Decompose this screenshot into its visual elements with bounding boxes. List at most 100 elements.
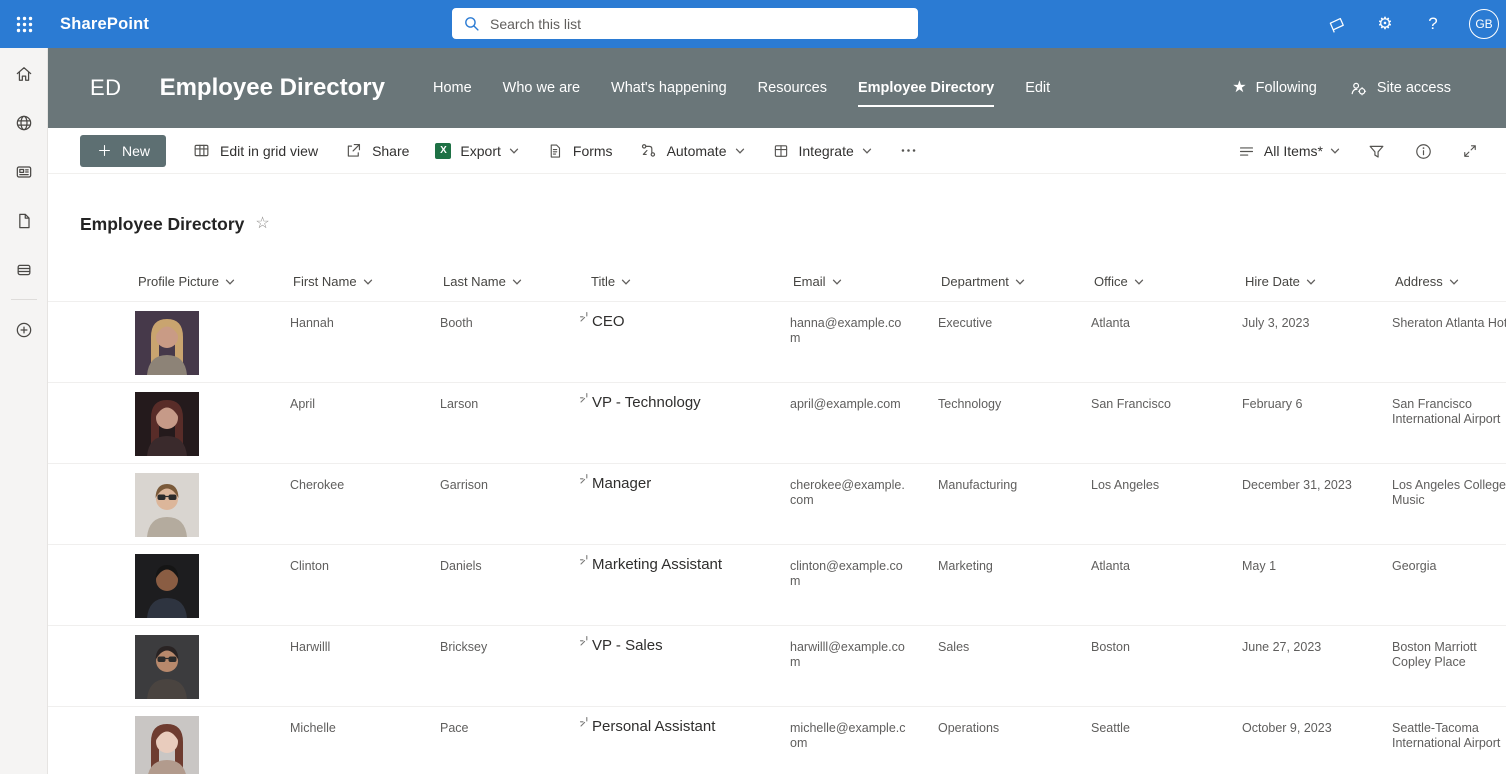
column-label-profile-picture: Profile Picture xyxy=(138,274,219,289)
row-selector-cell[interactable] xyxy=(80,626,135,640)
table-row-clinton-daniels[interactable]: Clinton Daniels Marketing Assistant clin… xyxy=(48,544,1506,625)
table-row-michelle-pace[interactable]: Michelle Pace Personal Assistant michell… xyxy=(48,706,1506,774)
toolbar-button-export[interactable]: XExport xyxy=(435,143,519,159)
info-button[interactable] xyxy=(1411,139,1435,163)
cell-department: Operations xyxy=(938,707,1091,736)
cell-last-name: Booth xyxy=(440,302,588,331)
row-selector-cell[interactable] xyxy=(80,707,135,721)
cell-first-name: Harwilll xyxy=(290,626,440,655)
chevron-down-icon xyxy=(1305,276,1317,288)
sidebar-item-document[interactable] xyxy=(0,196,48,245)
account-avatar[interactable]: GB xyxy=(1469,9,1499,39)
site-logo[interactable]: ED xyxy=(90,75,122,101)
table-row-april-larson[interactable]: April Larson VP - Technology april@examp… xyxy=(48,382,1506,463)
column-header-office[interactable]: Office xyxy=(1091,274,1242,289)
gear-icon[interactable]: ⚙ xyxy=(1373,12,1397,36)
column-header-hire-date[interactable]: Hire Date xyxy=(1242,274,1392,289)
sidebar-item-news[interactable] xyxy=(0,147,48,196)
expand-button[interactable] xyxy=(1458,139,1482,163)
cell-office: Seattle xyxy=(1091,707,1242,736)
search-box xyxy=(452,8,918,39)
megaphone-icon[interactable] xyxy=(1325,12,1349,36)
cell-last-name: Garrison xyxy=(440,464,588,493)
column-header-address[interactable]: Address xyxy=(1392,274,1506,289)
app-sidebar xyxy=(0,48,48,774)
command-bar-right: All Items* xyxy=(1237,128,1482,174)
nav-item-edit[interactable]: Edit xyxy=(1025,80,1050,96)
nav-item-home[interactable]: Home xyxy=(433,80,472,96)
profile-photo[interactable] xyxy=(135,464,290,537)
toolbar-button-edit-in-grid-view[interactable]: Edit in grid view xyxy=(192,141,318,160)
site-access-button[interactable]: Site access xyxy=(1349,79,1451,98)
toolbar-label-share: Share xyxy=(372,143,409,159)
column-header-profile-picture[interactable]: Profile Picture xyxy=(135,274,290,289)
table-row-hannah-booth[interactable]: Hannah Booth CEO hanna@example.com Execu… xyxy=(48,301,1506,382)
sidebar-item-globe[interactable] xyxy=(0,98,48,147)
nav-item-resources[interactable]: Resources xyxy=(758,80,827,96)
view-selector-label: All Items* xyxy=(1264,143,1323,159)
column-header-department[interactable]: Department xyxy=(938,274,1091,289)
share-icon xyxy=(344,141,363,160)
nav-item-what-s-happening[interactable]: What's happening xyxy=(611,80,727,96)
profile-photo[interactable] xyxy=(135,545,290,618)
site-nav: Home Who we are What's happening Resources E… xyxy=(433,80,1050,96)
search-input[interactable] xyxy=(490,16,907,32)
toolbar-button-share[interactable]: Share xyxy=(344,141,409,160)
toolbar-label-integrate: Integrate xyxy=(799,143,854,159)
sharepoint-brand[interactable]: SharePoint xyxy=(60,15,149,34)
nav-item-employee-directory[interactable]: Employee Directory xyxy=(858,80,994,96)
row-selector-cell[interactable] xyxy=(80,302,135,316)
table-body: Hannah Booth CEO hanna@example.com Execu… xyxy=(48,301,1506,774)
sidebar-item-plus-circle[interactable] xyxy=(0,305,48,354)
cell-first-name: Hannah xyxy=(290,302,440,331)
column-label-office: Office xyxy=(1094,274,1128,289)
table-row-harwilll-bricksey[interactable]: Harwilll Bricksey VP - Sales harwilll@ex… xyxy=(48,625,1506,706)
home-icon xyxy=(14,64,34,84)
news-icon xyxy=(14,162,34,182)
site-title[interactable]: Employee Directory xyxy=(160,74,385,102)
profile-photo[interactable] xyxy=(135,626,290,699)
following-button[interactable]: ★Following xyxy=(1232,80,1317,96)
cell-hire-date: February 6 xyxy=(1242,383,1392,412)
chevron-down-icon xyxy=(734,145,746,157)
row-selector-cell[interactable] xyxy=(80,464,135,478)
chevron-down-icon xyxy=(1133,276,1145,288)
column-header-first-name[interactable]: First Name xyxy=(290,274,440,289)
cell-title: Personal Assistant xyxy=(588,707,790,734)
globe-icon xyxy=(14,113,34,133)
toolbar-button-automate[interactable]: Automate xyxy=(639,141,746,160)
column-header-last-name[interactable]: Last Name xyxy=(440,274,588,289)
column-header-title[interactable]: Title xyxy=(588,274,790,289)
nav-item-who-we-are[interactable]: Who we are xyxy=(503,80,580,96)
sidebar-item-lists[interactable] xyxy=(0,245,48,294)
waffle-menu-icon[interactable] xyxy=(0,0,48,48)
profile-photo[interactable] xyxy=(135,383,290,456)
row-selector-cell[interactable] xyxy=(80,383,135,397)
cell-department: Manufacturing xyxy=(938,464,1091,493)
chevron-down-icon xyxy=(1329,145,1341,157)
profile-photo[interactable] xyxy=(135,707,290,774)
excel-icon: X xyxy=(435,143,451,159)
cell-title: Manager xyxy=(588,464,790,491)
toolbar-button-forms[interactable]: Forms xyxy=(546,142,613,160)
toolbar-button-more[interactable] xyxy=(899,141,918,160)
cell-email: cherokee@example.com xyxy=(790,464,908,508)
plus-circle-icon xyxy=(14,320,34,340)
filter-button[interactable] xyxy=(1364,139,1388,163)
toolbar-button-new[interactable]: New xyxy=(80,135,166,167)
sidebar-item-home[interactable] xyxy=(0,49,48,98)
cell-hire-date: October 9, 2023 xyxy=(1242,707,1392,736)
row-selector-cell[interactable] xyxy=(80,545,135,559)
toolbar-button-integrate[interactable]: Integrate xyxy=(772,142,873,160)
cell-title: Marketing Assistant xyxy=(588,545,790,572)
table-header-row: Profile Picture First Name Last Name Tit… xyxy=(48,266,1506,301)
topbar-icons: ⚙ ? GB xyxy=(1325,0,1499,48)
column-header-email[interactable]: Email xyxy=(790,274,938,289)
profile-photo[interactable] xyxy=(135,302,290,375)
view-selector[interactable]: All Items* xyxy=(1237,142,1341,161)
favorite-star-icon[interactable]: ☆ xyxy=(255,216,269,232)
help-icon[interactable]: ? xyxy=(1421,12,1445,36)
table-row-cherokee-garrison[interactable]: Cherokee Garrison Manager cherokee@examp… xyxy=(48,463,1506,544)
toolbar-label-edit-in-grid-view: Edit in grid view xyxy=(220,143,318,159)
site-access-label: Site access xyxy=(1377,80,1451,96)
